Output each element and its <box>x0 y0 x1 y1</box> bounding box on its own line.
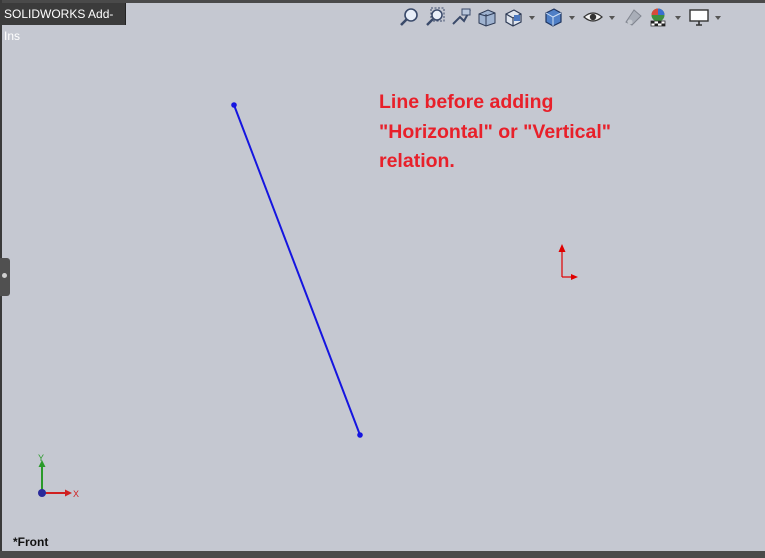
reference-triad-icon <box>38 460 72 497</box>
annotation-callout: Line before adding "Horizontal" or "Vert… <box>379 88 679 177</box>
triad-y-label: Y <box>38 453 44 463</box>
window-bottom-border <box>0 551 765 558</box>
sketch-line-end-point[interactable] <box>357 432 363 438</box>
triad-x-label: X <box>73 489 79 499</box>
view-orientation-label: *Front <box>13 535 49 549</box>
annotation-line-1: Line before adding <box>379 91 554 113</box>
annotation-line-3: relation. <box>379 150 455 172</box>
sketch-origin-icon <box>558 244 578 280</box>
annotation-line-2: "Horizontal" or "Vertical" <box>379 120 612 143</box>
graphics-area[interactable]: Y X <box>0 0 765 558</box>
sketch-line[interactable] <box>233 104 361 436</box>
sketch-line-start-point[interactable] <box>231 102 237 108</box>
